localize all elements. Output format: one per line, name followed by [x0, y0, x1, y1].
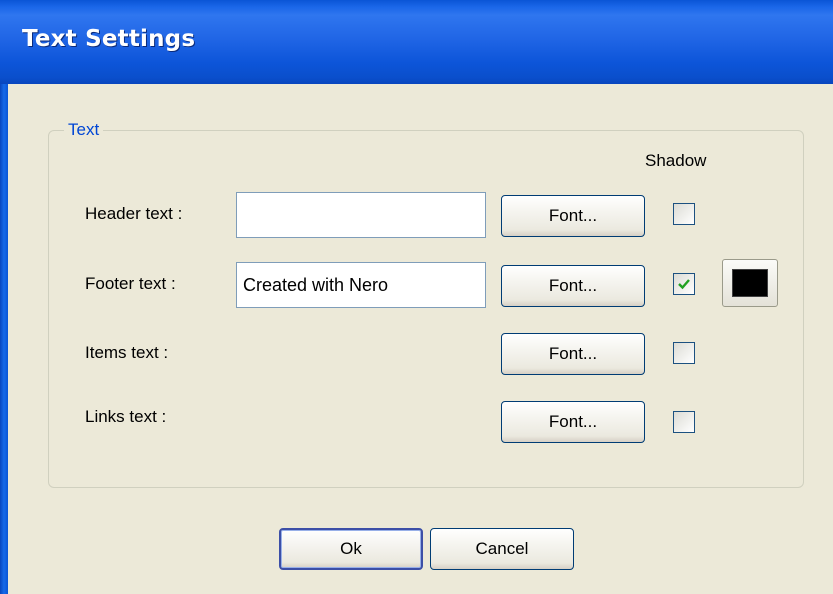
links-font-button-label: Font...: [548, 412, 598, 431]
cancel-button[interactable]: Cancel: [430, 528, 574, 570]
ok-button-label: Ok: [340, 539, 362, 558]
items-text-label: Items text :: [85, 343, 169, 362]
check-mark-icon: [678, 279, 690, 290]
shadow-color-button[interactable]: [722, 259, 778, 307]
items-font-button-label: Font...: [548, 344, 598, 363]
ok-button[interactable]: Ok: [279, 528, 423, 570]
header-font-button-label: Font...: [548, 206, 598, 225]
footer-text-label: Footer text :: [85, 274, 176, 293]
footer-text-input[interactable]: [236, 262, 486, 308]
text-groupbox: [48, 130, 804, 488]
shadow-column-header: Shadow: [645, 151, 707, 170]
shadow-color-swatch: [732, 269, 768, 297]
groupbox-label: Text: [64, 120, 104, 140]
items-shadow-checkbox[interactable]: [673, 342, 695, 364]
footer-font-button[interactable]: Font...: [501, 265, 645, 307]
links-text-label: Links text :: [85, 407, 167, 426]
header-shadow-checkbox[interactable]: [673, 203, 695, 225]
cancel-button-label: Cancel: [475, 539, 529, 558]
header-font-button[interactable]: Font...: [501, 195, 645, 237]
window-left-border: [0, 84, 8, 594]
links-shadow-checkbox[interactable]: [673, 411, 695, 433]
footer-font-button-label: Font...: [548, 276, 598, 295]
window-title: Text Settings: [22, 26, 196, 52]
footer-shadow-checkbox[interactable]: [673, 273, 695, 295]
header-text-label: Header text :: [85, 204, 183, 223]
items-font-button[interactable]: Font...: [501, 333, 645, 375]
header-text-input[interactable]: [236, 192, 486, 238]
links-font-button[interactable]: Font...: [501, 401, 645, 443]
title-bar[interactable]: Text Settings: [0, 0, 833, 84]
